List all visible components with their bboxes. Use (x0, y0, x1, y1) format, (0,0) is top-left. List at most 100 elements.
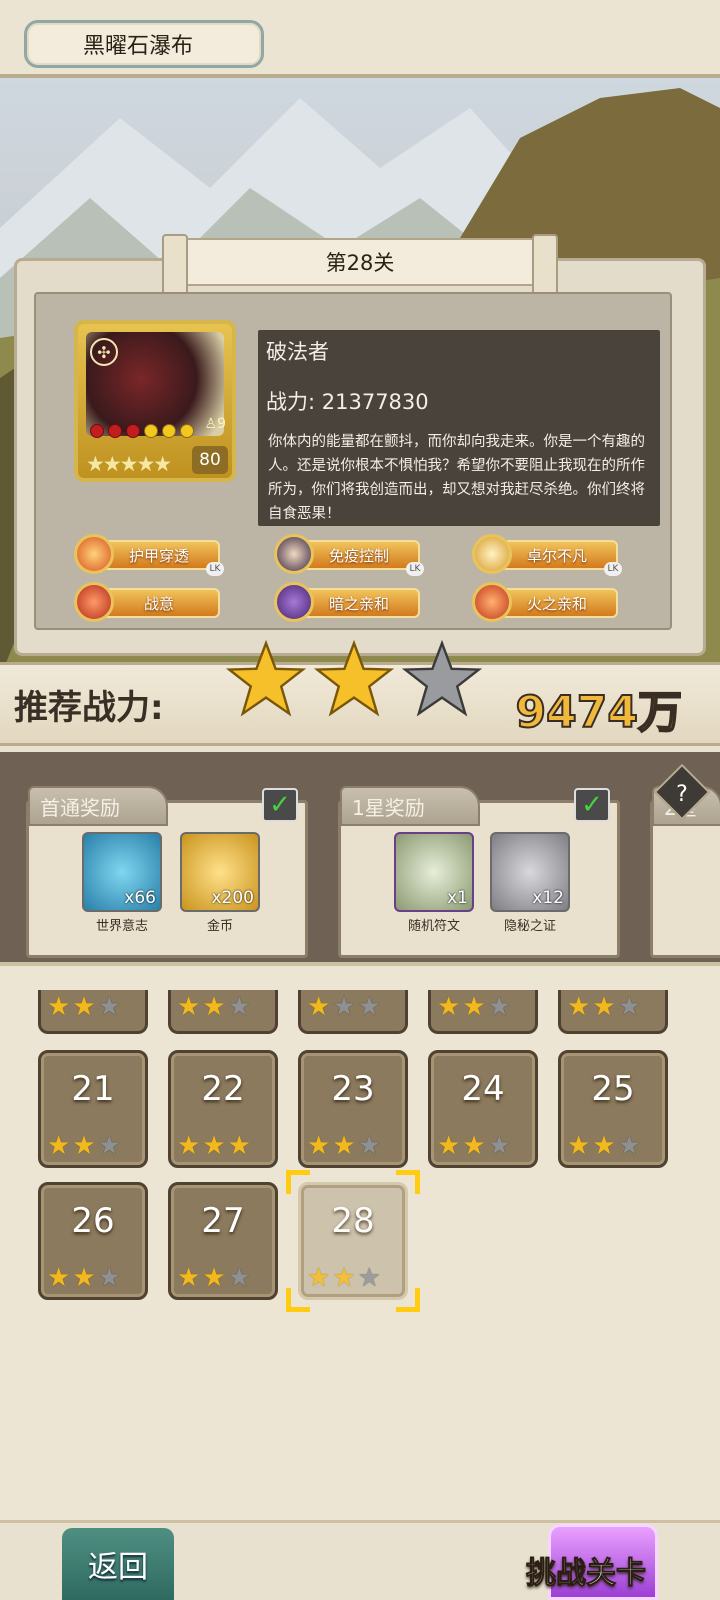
star-filled-icon: ★ (202, 1131, 226, 1161)
star-empty-icon: ★ (487, 992, 511, 1022)
tile-stars: ★ ★ ★ (177, 1265, 251, 1291)
star-empty-icon: ★ (357, 1263, 381, 1293)
reward-item-world-will[interactable]: x66 (82, 832, 162, 912)
skill-dark-affinity[interactable]: 暗之亲和 (274, 582, 424, 622)
level-tile-partial[interactable]: ★ ★ ★ (298, 990, 408, 1034)
reward-item-gold-coin[interactable]: x200 (180, 832, 260, 912)
item-count: x66 (124, 888, 156, 908)
level-number: 26 (71, 1201, 115, 1241)
rank-dot (90, 424, 104, 438)
class-count: ♙9 (205, 416, 226, 432)
back-button[interactable]: 返回 (62, 1528, 174, 1600)
star-filled-icon: ★ (307, 1131, 331, 1161)
skill-battle-will[interactable]: 战意 (74, 582, 224, 622)
level-tile-21[interactable]: 21 ★ ★ ★ (38, 1050, 148, 1168)
star-filled-icon: ★ (227, 1131, 251, 1161)
star-filled-icon: ★ (72, 992, 96, 1022)
level-tile-partial[interactable]: ★ ★ ★ (168, 990, 278, 1034)
level-tile-22[interactable]: 22 ★ ★ ★ (168, 1050, 278, 1168)
selection-corner (286, 1170, 310, 1194)
star-empty-icon: ★ (97, 1131, 121, 1161)
star-empty-icon: ★ (617, 992, 641, 1022)
level-number: 24 (461, 1069, 505, 1109)
star-filled-icon: ★ (567, 992, 591, 1022)
selection-corner (286, 1288, 310, 1312)
control-immune-icon (274, 534, 314, 574)
level-number: 21 (71, 1069, 115, 1109)
item-label: 随机符文 (407, 919, 460, 934)
help-icon[interactable]: ? (662, 774, 702, 814)
level-number: 25 (591, 1069, 635, 1109)
star-filled-icon: ★ (437, 1131, 461, 1161)
level-tile-28[interactable]: 28 ★ ★ ★ (298, 1182, 408, 1300)
skill-label: 卓尔不凡 (496, 540, 618, 570)
item-label: 世界意志 (95, 919, 148, 934)
stage-number: 第28关 (325, 251, 395, 275)
level-tile-partial[interactable]: ★ ★ ★ (428, 990, 538, 1034)
star-filled-icon: ★ (177, 992, 201, 1022)
star-empty-icon: ★ (487, 1131, 511, 1161)
rank-dot (126, 424, 140, 438)
star-filled-icon: ★ (47, 1263, 71, 1293)
boss-power: 战力: 21377830 (266, 390, 429, 414)
class-icon: ♙ (204, 416, 218, 432)
level-number: 23 (331, 1069, 375, 1109)
faction-icon: ✣ (90, 338, 118, 366)
tile-stars: ★ ★ ★ (437, 994, 511, 1020)
level-tile-26[interactable]: 26 ★ ★ ★ (38, 1182, 148, 1300)
claimed-check-icon: ✓ (574, 788, 610, 822)
star-empty-icon: ★ (97, 1263, 121, 1293)
star-filled-icon: ★ (177, 1263, 201, 1293)
star-filled-icon: ★ (47, 1131, 71, 1161)
skill-label: 护甲穿透 (98, 540, 220, 570)
skill-label: 暗之亲和 (298, 588, 420, 618)
level-tile-24[interactable]: 24 ★ ★ ★ (428, 1050, 538, 1168)
level-tile-partial[interactable]: ★ ★ ★ (558, 990, 668, 1034)
level-tile-25[interactable]: 25 ★ ★ ★ (558, 1050, 668, 1168)
star-empty-icon: ★ (357, 1131, 381, 1161)
star-filled-icon: ★ (332, 1131, 356, 1161)
star-filled-icon: ★ (72, 1131, 96, 1161)
fire-affinity-icon (472, 582, 512, 622)
stage-banner: 第28关 (162, 234, 558, 296)
recommend-value: 9474万 (515, 686, 683, 739)
star-filled-icon: ★ (462, 992, 486, 1022)
level-tile-23[interactable]: 23 ★ ★ ★ (298, 1050, 408, 1168)
skill-label: 免疫控制 (298, 540, 420, 570)
skill-control-immune[interactable]: 免疫控制 LK (274, 534, 424, 576)
star-filled-icon: ★ (47, 992, 71, 1022)
star-filled-icon: ★ (177, 1131, 201, 1161)
star-filled-icon: ★ (307, 992, 331, 1022)
reward-tab-first-clear: 首通奖励 (28, 786, 168, 826)
star-filled-icon: ★ (592, 1131, 616, 1161)
boss-star-row: ★★★★★ (86, 452, 172, 476)
level-number: 27 (201, 1201, 245, 1241)
tile-stars: ★ ★ ★ (177, 994, 251, 1020)
reward-item-random-rune[interactable]: x1 (394, 832, 474, 912)
star-empty-icon: ★ (227, 1263, 251, 1293)
boss-rank-dots (90, 424, 194, 438)
skill-fire-affinity[interactable]: 火之亲和 (472, 582, 622, 622)
skill-lock-icon: LK (604, 562, 622, 576)
star-empty-icon: ★ (357, 992, 381, 1022)
item-label: 金币 (206, 919, 233, 934)
tile-stars: ★ ★ ★ (47, 994, 121, 1020)
level-tile-partial[interactable]: ★ ★ ★ (38, 990, 148, 1034)
stage-star-3-icon (402, 640, 482, 717)
star-filled-icon: ★ (437, 992, 461, 1022)
star-filled-icon: ★ (307, 1263, 331, 1293)
tile-stars: ★ ★ ★ (307, 994, 381, 1020)
star-empty-icon: ★ (332, 992, 356, 1022)
armor-pierce-icon (74, 534, 114, 574)
skill-label: 火之亲和 (496, 588, 618, 618)
claimed-check-icon: ✓ (262, 788, 298, 822)
challenge-button[interactable]: 挑战关卡 (526, 1548, 647, 1592)
level-tile-27[interactable]: 27 ★ ★ ★ (168, 1182, 278, 1300)
selection-corner (396, 1170, 420, 1194)
boss-portrait[interactable]: ✣ ♙9 ★★★★★ 80 (74, 320, 236, 482)
star-filled-icon: ★ (462, 1131, 486, 1161)
tile-stars: ★ ★ ★ (437, 1133, 511, 1159)
skill-excellence[interactable]: 卓尔不凡 LK (472, 534, 622, 576)
reward-item-secret-token[interactable]: x12 (490, 832, 570, 912)
skill-armor-pierce[interactable]: 护甲穿透 LK (74, 534, 224, 576)
